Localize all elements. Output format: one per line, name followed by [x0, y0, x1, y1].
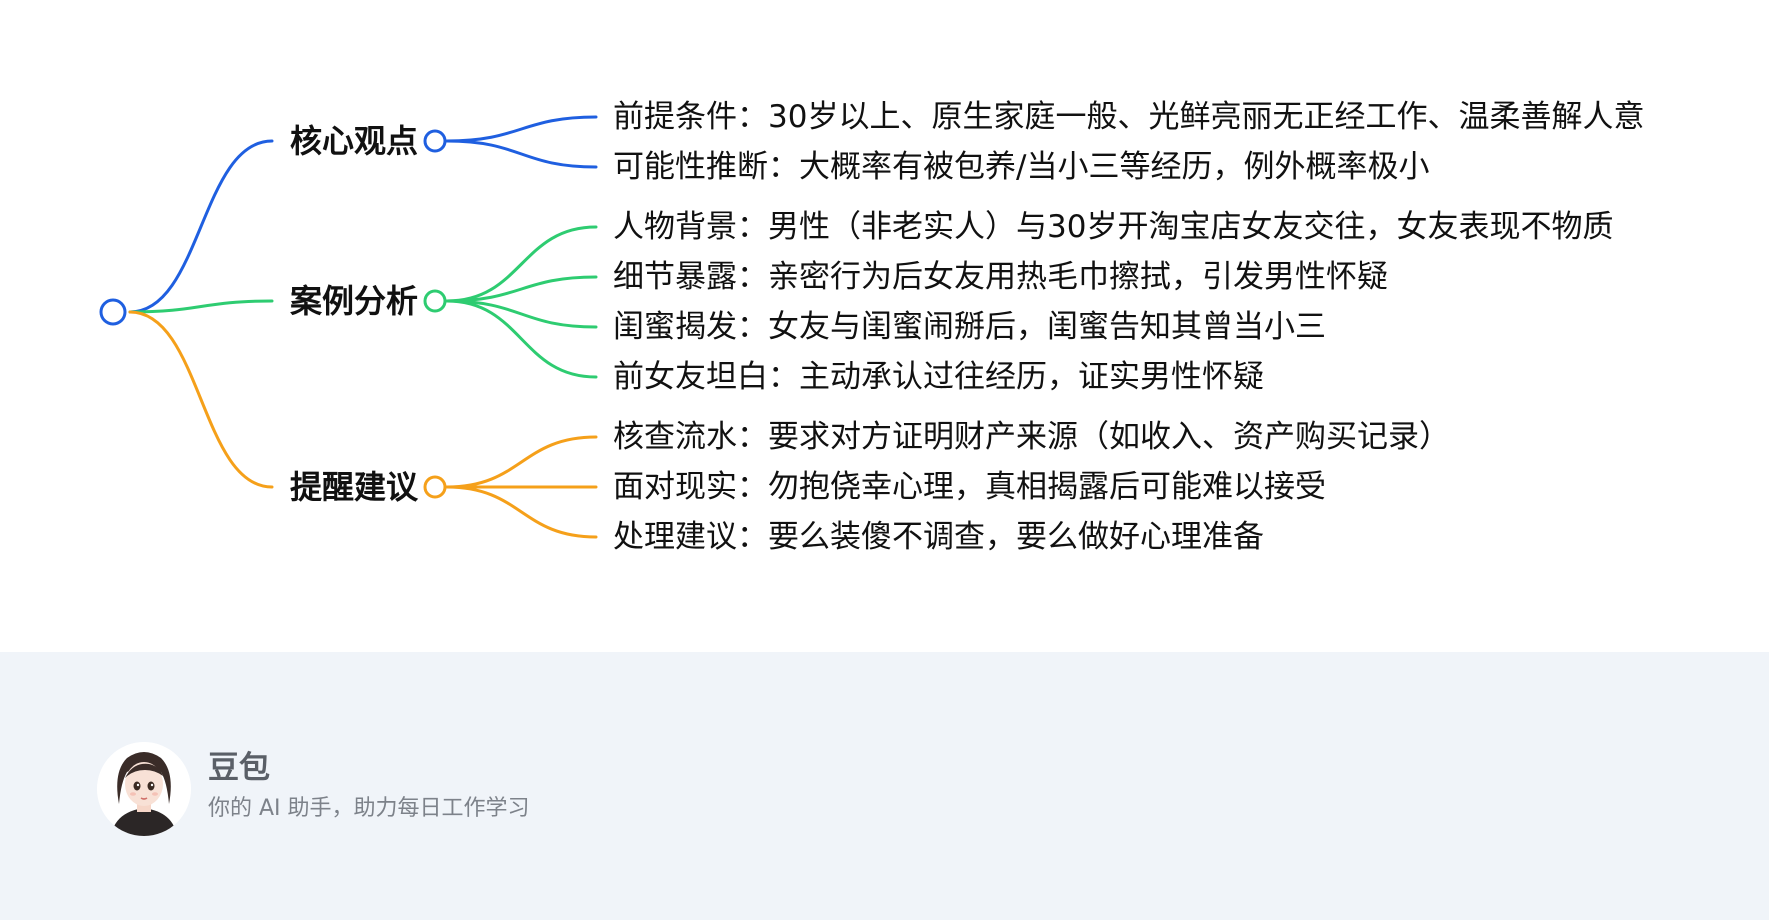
leaf-connector-0-1 [445, 139, 598, 169]
branch-node-2 [423, 475, 447, 499]
branch-connector-0 [128, 139, 274, 314]
root-node [99, 298, 127, 326]
branch-label-advice: 提醒建议 [290, 468, 419, 506]
leaf-confession: 前女友坦白：主动承认过往经历，证实男性怀疑 [613, 359, 1264, 395]
footer: 豆包 你的 AI 助手，助力每日工作学习 [0, 652, 1769, 920]
branch-label-case-analysis: 案例分析 [290, 282, 419, 320]
branch-label-core-view: 核心观点 [290, 122, 419, 160]
mind-map: 核心观点 案例分析 提醒建议 前提条件：30岁以上、原生家庭一般、光鲜亮丽无正经… [0, 0, 1769, 652]
leaf-inference: 可能性推断：大概率有被包养/当小三等经历，例外概率极小 [613, 149, 1430, 185]
branch-node-1 [423, 289, 447, 313]
assistant-name: 豆包 [208, 750, 270, 786]
leaf-detail: 细节暴露：亲密行为后女友用热毛巾擦拭，引发男性怀疑 [613, 259, 1388, 295]
avatar-illustration [97, 742, 191, 836]
branch-connector-2 [128, 310, 274, 489]
leaf-background: 人物背景：男性（非老实人）与30岁开淘宝店女友交往，女友表现不物质 [613, 209, 1614, 245]
assistant-tagline: 你的 AI 助手，助力每日工作学习 [208, 796, 530, 821]
avatar [97, 742, 191, 836]
leaf-connector-2-2 [445, 485, 598, 539]
leaf-connector-2-0 [445, 435, 598, 489]
leaf-handling: 处理建议：要么装傻不调查，要么做好心理准备 [613, 519, 1264, 555]
leaf-premise: 前提条件：30岁以上、原生家庭一般、光鲜亮丽无正经工作、温柔善解人意 [613, 99, 1645, 135]
branch-node-0 [423, 129, 447, 153]
leaf-check-flow: 核查流水：要求对方证明财产来源（如收入、资产购买记录） [613, 419, 1450, 455]
leaf-connector-1-3 [445, 299, 598, 379]
leaf-connector-0-0 [445, 115, 598, 143]
leaf-exposure: 闺蜜揭发：女友与闺蜜闹掰后，闺蜜告知其曾当小三 [613, 309, 1326, 345]
leaf-face-reality: 面对现实：勿抱侥幸心理，真相揭露后可能难以接受 [613, 469, 1326, 505]
